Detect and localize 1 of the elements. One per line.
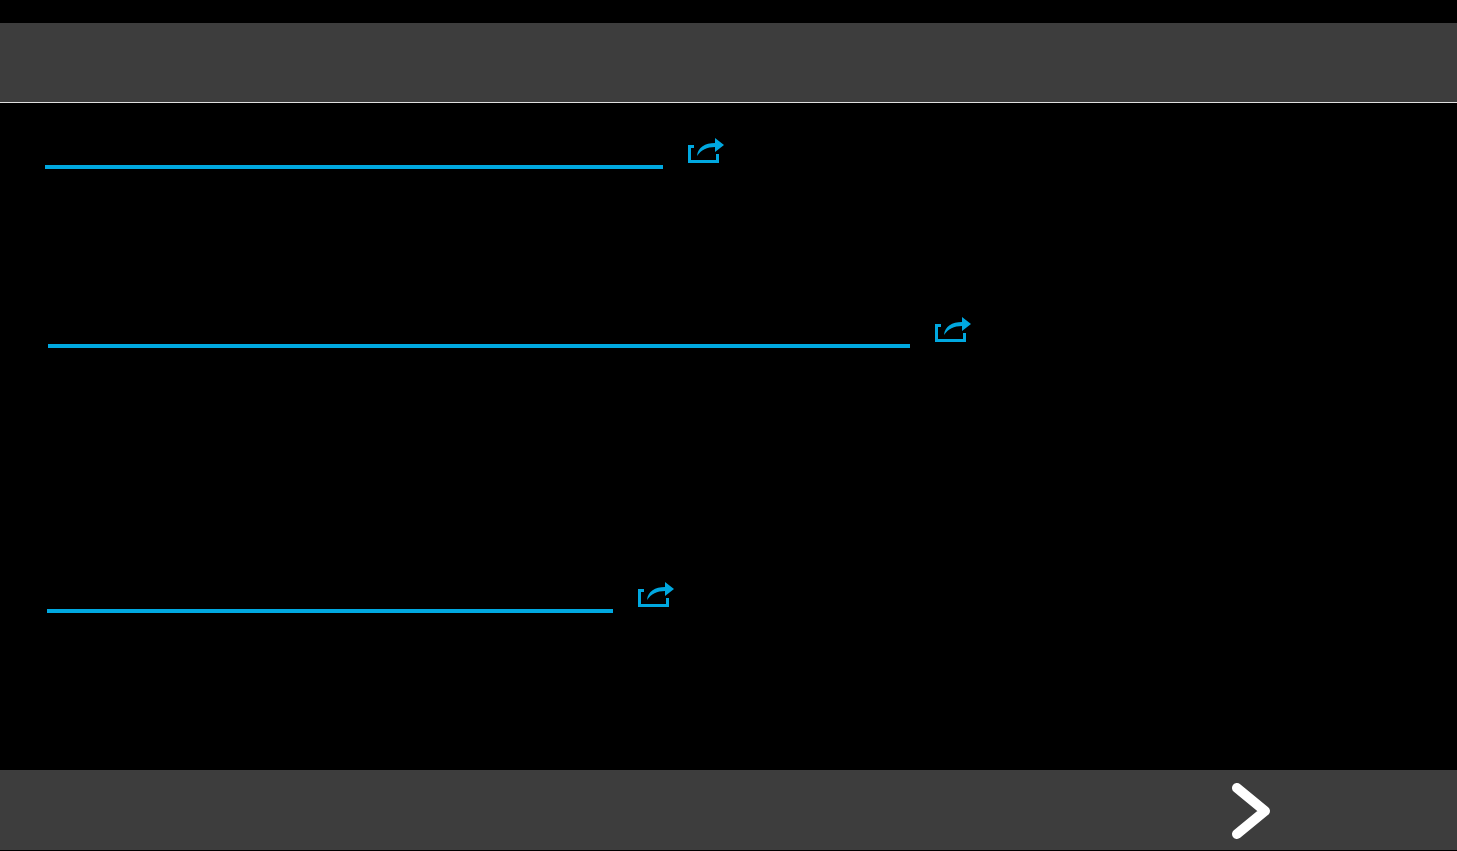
next-button[interactable] [1229,780,1273,842]
